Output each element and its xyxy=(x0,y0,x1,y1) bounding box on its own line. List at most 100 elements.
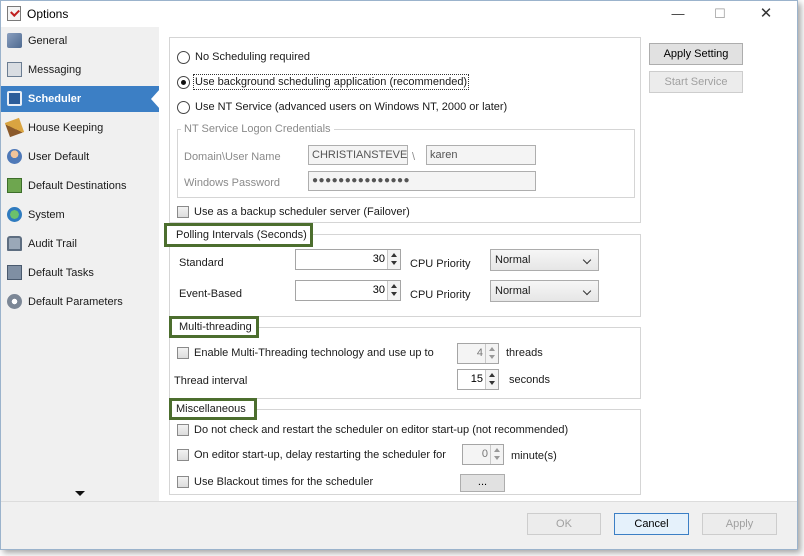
nt-service-group-title: NT Service Logon Credentials xyxy=(181,123,334,135)
apply-setting-button[interactable]: Apply Setting xyxy=(649,43,743,65)
stepper-down-icon[interactable] xyxy=(494,456,500,460)
stepper-up-icon[interactable] xyxy=(489,373,495,377)
sidebar-item-label: General xyxy=(28,35,68,47)
sidebar-scroll-down-icon[interactable] xyxy=(75,491,85,496)
enable-multithreading-checkbox-row[interactable]: Enable Multi-Threading technology and us… xyxy=(177,346,477,362)
window-title: Options xyxy=(27,7,69,21)
dialog-footer: OK Cancel Apply xyxy=(1,501,797,549)
no-restart-label: Do not check and restart the scheduler o… xyxy=(194,424,569,436)
stepper-value: 0 xyxy=(481,448,488,460)
radio-background-scheduling[interactable]: Use background scheduling application (r… xyxy=(177,74,477,91)
polling-intervals-title: Polling Intervals (Seconds) xyxy=(176,229,307,241)
maximize-button[interactable]: ☐ xyxy=(707,5,733,23)
sidebar-item-default-parameters[interactable]: Default Parameters xyxy=(1,289,159,315)
blackout-checkbox-row[interactable]: Use Blackout times for the scheduler xyxy=(177,475,477,491)
stepper-up-icon[interactable] xyxy=(489,347,495,351)
globe-icon xyxy=(7,207,22,222)
sidebar-item-label: Audit Trail xyxy=(28,238,77,250)
radio-no-scheduling[interactable]: No Scheduling required xyxy=(177,50,477,66)
sidebar-item-label: Default Tasks xyxy=(28,267,94,279)
stepper-value: 15 xyxy=(470,373,483,385)
chevron-down-icon xyxy=(582,286,592,296)
scheduler-settings-panel: No Scheduling required Use background sc… xyxy=(159,27,797,501)
sidebar-item-user-default[interactable]: User Default xyxy=(1,144,159,170)
ok-button[interactable]: OK xyxy=(527,513,601,535)
stepper-buttons[interactable] xyxy=(387,281,400,300)
username-input[interactable]: karen xyxy=(426,145,536,165)
delay-restart-label: On editor start-up, delay restarting the… xyxy=(194,449,446,461)
title-bar: Options — ☐ ✕ xyxy=(1,1,797,27)
stepper-down-icon[interactable] xyxy=(489,381,495,385)
stepper-buttons[interactable] xyxy=(485,344,498,363)
radio-button[interactable] xyxy=(177,76,190,89)
stepper-value: 30 xyxy=(372,253,385,265)
close-button[interactable]: ✕ xyxy=(753,5,779,23)
tasks-icon xyxy=(7,265,22,280)
destinations-icon xyxy=(7,178,22,193)
windows-password-input[interactable]: ●●●●●●●●●●●●●●● xyxy=(308,171,536,191)
sidebar-item-general[interactable]: General xyxy=(1,28,159,54)
stepper-down-icon[interactable] xyxy=(489,355,495,359)
standard-cpu-priority-select[interactable]: Normal xyxy=(490,249,599,271)
options-window: Options — ☐ ✕ General Messaging Schedule… xyxy=(0,0,798,550)
stepper-buttons[interactable] xyxy=(485,370,498,389)
blackout-checkbox[interactable] xyxy=(177,476,189,488)
minimize-button[interactable]: — xyxy=(665,5,691,23)
windows-password-label: Windows Password xyxy=(184,177,280,189)
sidebar-item-label: Default Parameters xyxy=(28,296,123,308)
delay-unit-label: minute(s) xyxy=(511,450,557,462)
standard-interval-stepper[interactable]: 30 xyxy=(295,249,401,270)
miscellaneous-title: Miscellaneous xyxy=(176,403,246,415)
backup-scheduler-checkbox[interactable] xyxy=(177,206,189,218)
stepper-down-icon[interactable] xyxy=(391,261,397,265)
radio-nt-service[interactable]: Use NT Service (advanced users on Window… xyxy=(177,100,517,116)
cancel-button[interactable]: Cancel xyxy=(614,513,689,535)
backup-scheduler-checkbox-row[interactable]: Use as a backup scheduler server (Failov… xyxy=(177,205,477,221)
blackout-label: Use Blackout times for the scheduler xyxy=(194,476,374,488)
radio-button[interactable] xyxy=(177,101,190,114)
sidebar-item-default-destinations[interactable]: Default Destinations xyxy=(1,173,159,199)
blackout-times-button[interactable]: ... xyxy=(460,474,505,492)
no-restart-checkbox-row[interactable]: Do not check and restart the scheduler o… xyxy=(177,423,597,439)
stepper-up-icon[interactable] xyxy=(391,253,397,257)
sidebar-item-label: System xyxy=(28,209,65,221)
delay-restart-checkbox-row[interactable]: On editor start-up, delay restarting the… xyxy=(177,448,477,464)
delay-restart-checkbox[interactable] xyxy=(177,449,189,461)
sidebar-item-default-tasks[interactable]: Default Tasks xyxy=(1,260,159,286)
stepper-down-icon[interactable] xyxy=(391,292,397,296)
stepper-buttons[interactable] xyxy=(490,445,503,464)
event-cpu-priority-select[interactable]: Normal xyxy=(490,280,599,302)
sidebar-item-messaging[interactable]: Messaging xyxy=(1,57,159,83)
stepper-up-icon[interactable] xyxy=(494,448,500,452)
domain-user-label: Domain\User Name xyxy=(184,151,281,163)
scheduler-icon xyxy=(7,91,22,106)
sidebar-item-scheduler[interactable]: Scheduler xyxy=(1,86,160,112)
start-service-button[interactable]: Start Service xyxy=(649,71,743,93)
radio-button[interactable] xyxy=(177,51,190,64)
sidebar-item-label: Default Destinations xyxy=(28,180,127,192)
enable-multithreading-checkbox[interactable] xyxy=(177,347,189,359)
enable-multithreading-label: Enable Multi-Threading technology and us… xyxy=(194,347,434,359)
sidebar-item-label: Scheduler xyxy=(28,93,82,105)
sidebar-item-label: User Default xyxy=(28,151,90,163)
audit-trail-icon xyxy=(7,236,22,251)
backup-scheduler-label: Use as a backup scheduler server (Failov… xyxy=(194,206,410,218)
standard-interval-label: Standard xyxy=(179,257,224,269)
stepper-up-icon[interactable] xyxy=(391,284,397,288)
apply-button[interactable]: Apply xyxy=(702,513,777,535)
thread-interval-label: Thread interval xyxy=(174,375,248,387)
messaging-icon xyxy=(7,62,22,77)
sidebar-item-audit-trail[interactable]: Audit Trail xyxy=(1,231,159,257)
event-based-interval-stepper[interactable]: 30 xyxy=(295,280,401,301)
thread-interval-stepper[interactable]: 15 xyxy=(457,369,499,390)
stepper-buttons[interactable] xyxy=(387,250,400,269)
delay-minutes-stepper[interactable]: 0 xyxy=(462,444,504,465)
sidebar-item-system[interactable]: System xyxy=(1,202,159,228)
no-restart-checkbox[interactable] xyxy=(177,424,189,436)
select-value: Normal xyxy=(495,254,531,266)
sidebar-item-house-keeping[interactable]: House Keeping xyxy=(1,115,159,141)
domain-input[interactable]: CHRISTIANSTEVEN xyxy=(308,145,408,165)
threads-stepper[interactable]: 4 xyxy=(457,343,499,364)
radio-label: Use NT Service (advanced users on Window… xyxy=(195,101,508,113)
domain-separator: \ xyxy=(412,151,416,163)
